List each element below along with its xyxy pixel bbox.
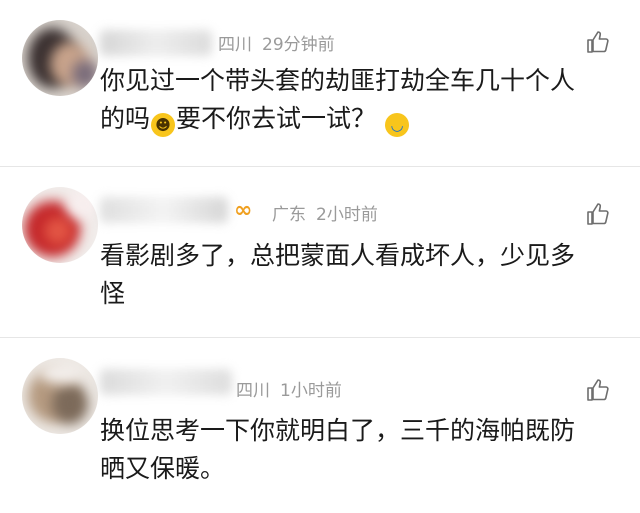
thumbs-up-icon[interactable] [586,202,610,226]
comment-text-line: 的吗 ☻ 要不你去试一试？ ◡ [100,100,620,138]
thumbs-up-icon[interactable] [586,30,610,54]
comment-item: 四川 29分钟前 你见过一个带头套的劫匪打劫全车几十个人 的吗 ☻ 要不你去试一试？ … [0,0,640,166]
comment-meta: 广东 2小时前 [272,200,388,225]
comment-text-line: 晒又保暖。 [100,454,226,483]
comment-meta: 四川 1小时前 [236,376,352,401]
avatar[interactable] [22,20,98,96]
comment-time: 2小时前 [316,205,378,225]
comment-time: 29分钟前 [262,35,335,55]
comment-feed: 四川 29分钟前 你见过一个带头套的劫匪打劫全车几十个人 的吗 ☻ 要不你去试一试？ … [0,0,640,513]
comment-text-line: 换位思考一下你就明白了，三千的海帕既防 [100,416,576,445]
grinning-face-emoji: ☻ [151,113,176,137]
comment-text-line: 怪 [100,279,126,308]
comment-text-segment: 要不你去试一试？ [176,104,377,133]
comment-item: ∞ 广东 2小时前 看影剧多了，总把蒙面人看成坏人，少见多 怪 [0,167,640,337]
comment-location: 广东 [272,205,306,225]
crying-laughing-face-emoji: ◡ [384,113,409,137]
comment-text-segment: 的吗 [100,104,151,133]
avatar[interactable] [22,187,98,263]
username-redacted [100,30,212,56]
comment-location: 四川 [218,35,252,55]
avatar[interactable] [22,358,98,434]
comment-text-line: 你见过一个带头套的劫匪打劫全车几十个人 [100,66,576,95]
comment-text-line: 看影剧多了，总把蒙面人看成坏人，少见多 [100,241,576,270]
comment-text: 你见过一个带头套的劫匪打劫全车几十个人 的吗 ☻ 要不你去试一试？ ◡ [100,62,620,138]
comment-text: 看影剧多了，总把蒙面人看成坏人，少见多 怪 [100,237,620,313]
thumbs-up-icon[interactable] [586,378,610,402]
comment-time: 1小时前 [280,381,342,401]
comment-text: 换位思考一下你就明白了，三千的海帕既防 晒又保暖。 [100,412,620,488]
comment-location: 四川 [236,381,270,401]
comment-item: 四川 1小时前 换位思考一下你就明白了，三千的海帕既防 晒又保暖。 [0,338,640,513]
comment-meta: 四川 29分钟前 [218,30,345,55]
username-redacted [100,197,228,223]
vip-badge: ∞ [234,198,253,223]
username-redacted [100,369,232,395]
